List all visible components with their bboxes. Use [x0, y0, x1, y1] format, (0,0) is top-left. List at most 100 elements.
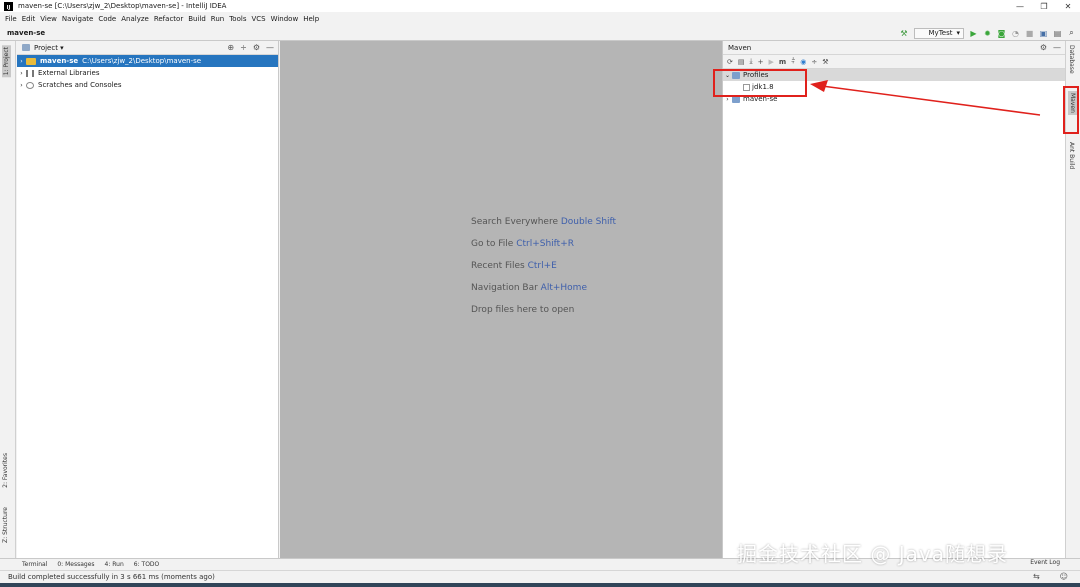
- hint-shortcut: Ctrl+Shift+R: [516, 239, 574, 249]
- folder-icon: [26, 57, 36, 65]
- hint-text: Search Everywhere: [471, 217, 558, 227]
- hint-search-everywhere: Search Everywhere Double Shift: [471, 216, 616, 238]
- menu-refactor[interactable]: Refactor: [154, 15, 183, 23]
- tree-item-scratches[interactable]: › Scratches and Consoles: [17, 79, 278, 91]
- stop-icon[interactable]: ■: [1025, 29, 1034, 38]
- maven-panel-title: Maven: [728, 43, 752, 52]
- hint-shortcut: Alt+Home: [540, 283, 587, 293]
- skip-tests-icon[interactable]: ◉: [800, 58, 806, 66]
- gear-icon[interactable]: ⚙: [1040, 43, 1047, 52]
- left-tool-strip: 1: Project 2: Favorites Z: Structure: [0, 41, 16, 558]
- run-toolbar: ⚒ MyTest ▾ ▶ ✹ ◙ ◔ ■ ▣ ▤ ⌕: [900, 26, 1076, 40]
- hide-icon[interactable]: —: [1053, 43, 1061, 52]
- maven-panel-header: Maven ⚙ —: [723, 41, 1065, 55]
- breadcrumb[interactable]: maven-se: [7, 29, 45, 37]
- menu-tools[interactable]: Tools: [229, 15, 246, 23]
- build-hammer-icon[interactable]: ⚒: [900, 29, 909, 38]
- coverage-icon[interactable]: ◙: [997, 29, 1006, 38]
- tab-event-log[interactable]: Event Log: [1030, 559, 1060, 566]
- collapse-all-icon[interactable]: ÷: [811, 58, 817, 66]
- hide-icon[interactable]: —: [266, 43, 274, 52]
- project-panel-tools: ⊕ ÷ ⚙ —: [227, 43, 274, 52]
- debug-icon[interactable]: ✹: [983, 29, 992, 38]
- menu-analyze[interactable]: Analyze: [121, 15, 149, 23]
- download-icon[interactable]: ⤓: [750, 57, 753, 66]
- scratches-icon: [26, 81, 34, 89]
- execute-goal-icon[interactable]: m: [779, 58, 786, 66]
- chevron-down-icon: ▾: [956, 29, 960, 37]
- window-controls: — ❐ ✕: [1008, 0, 1080, 12]
- hint-text: Navigation Bar: [471, 283, 538, 293]
- watermark: 掘金技术社区 @ Java随想录: [737, 542, 1008, 566]
- maven-panel-tools: ⚙ —: [1040, 43, 1061, 52]
- hint-text: Recent Files: [471, 261, 525, 271]
- menu-file[interactable]: File: [5, 15, 17, 23]
- gear-icon[interactable]: ⚙: [253, 43, 260, 52]
- hint-navigation-bar: Navigation Bar Alt+Home: [471, 282, 616, 304]
- menu-code[interactable]: Code: [98, 15, 116, 23]
- tree-item-external-libraries[interactable]: › External Libraries: [17, 67, 278, 79]
- window-title: maven-se [C:\Users\zjw_2\Desktop\maven-s…: [18, 2, 227, 10]
- git-icon[interactable]: ⇆: [1033, 572, 1040, 581]
- project-panel-header: Project ▾ ⊕ ÷ ⚙ —: [17, 41, 278, 55]
- intellij-app-icon: IJ: [4, 1, 13, 11]
- run-icon[interactable]: ▶: [969, 29, 978, 38]
- menu-vcs[interactable]: VCS: [251, 15, 265, 23]
- search-icon[interactable]: ⌕: [1067, 28, 1076, 38]
- menu-window[interactable]: Window: [271, 15, 299, 23]
- run-config-label: MyTest: [928, 29, 953, 37]
- tab-messages[interactable]: 0: Messages: [57, 561, 94, 568]
- tab-run[interactable]: 4: Run: [105, 561, 124, 568]
- tab-project[interactable]: 1: Project: [2, 45, 11, 78]
- menu-bar: File Edit View Navigate Code Analyze Ref…: [0, 12, 1080, 25]
- locate-icon[interactable]: ⊕: [227, 43, 234, 52]
- chevron-right-icon[interactable]: ›: [17, 70, 26, 77]
- hint-recent-files: Recent Files Ctrl+E: [471, 260, 616, 282]
- status-bar: Build completed successfully in 3 s 661 …: [0, 570, 1080, 583]
- navigation-bar: maven-se ⚒ MyTest ▾ ▶ ✹ ◙ ◔ ■ ▣ ▤ ⌕: [0, 25, 1080, 41]
- chevron-right-icon[interactable]: ›: [17, 58, 26, 65]
- project-view-icon: [22, 44, 30, 51]
- menu-build[interactable]: Build: [188, 15, 206, 23]
- minimize-icon[interactable]: —: [1008, 0, 1032, 12]
- hint-text: Drop files here to open: [471, 305, 575, 315]
- hint-drop-files: Drop files here to open: [471, 304, 616, 326]
- notifications-icon[interactable]: ☺: [1060, 572, 1068, 581]
- run-icon[interactable]: ▶: [768, 58, 773, 66]
- project-view-select[interactable]: Project ▾: [34, 44, 64, 52]
- hint-shortcut: Double Shift: [560, 217, 617, 227]
- menu-edit[interactable]: Edit: [22, 15, 36, 23]
- close-icon[interactable]: ✕: [1056, 0, 1080, 12]
- tree-item-path: C:\Users\zjw_2\Desktop\maven-se: [82, 57, 202, 65]
- maximize-icon[interactable]: ❐: [1032, 0, 1056, 12]
- tab-todo[interactable]: 6: TODO: [134, 561, 159, 568]
- taskbar-edge: [0, 583, 1080, 587]
- wrench-icon[interactable]: ⚒: [822, 58, 828, 66]
- layout-icon[interactable]: ▤: [1053, 29, 1062, 38]
- tab-database[interactable]: Database: [1068, 45, 1075, 74]
- reload-icon[interactable]: ⟳: [727, 58, 733, 66]
- tab-favorites[interactable]: 2: Favorites: [2, 453, 9, 488]
- menu-help[interactable]: Help: [303, 15, 319, 23]
- maven-tab-highlight-box: [1063, 86, 1079, 134]
- generate-sources-icon[interactable]: ▤: [738, 58, 745, 66]
- run-config-select[interactable]: MyTest ▾: [913, 27, 964, 39]
- collapse-icon[interactable]: ÷: [240, 43, 247, 52]
- add-icon[interactable]: +: [758, 58, 764, 66]
- chevron-right-icon[interactable]: ›: [17, 82, 26, 89]
- project-structure-icon[interactable]: ▣: [1039, 29, 1048, 38]
- profile-icon[interactable]: ◔: [1011, 29, 1020, 38]
- project-panel: Project ▾ ⊕ ÷ ⚙ — › maven-se C:\Users\zj…: [17, 41, 279, 558]
- status-message: Build completed successfully in 3 s 661 …: [8, 573, 215, 581]
- annotation-arrow: [810, 80, 1041, 116]
- toggle-offline-icon[interactable]: ⫩: [791, 57, 795, 66]
- tree-item-maven-se[interactable]: › maven-se C:\Users\zjw_2\Desktop\maven-…: [17, 55, 278, 67]
- menu-view[interactable]: View: [40, 15, 57, 23]
- menu-run[interactable]: Run: [211, 15, 224, 23]
- profiles-highlight-box: [713, 69, 807, 97]
- tab-structure[interactable]: Z: Structure: [2, 507, 9, 543]
- menu-navigate[interactable]: Navigate: [62, 15, 93, 23]
- tab-terminal[interactable]: Terminal: [22, 561, 47, 568]
- editor-area[interactable]: Search Everywhere Double Shift Go to Fil…: [280, 41, 722, 558]
- tab-ant-build[interactable]: Ant Build: [1068, 142, 1075, 169]
